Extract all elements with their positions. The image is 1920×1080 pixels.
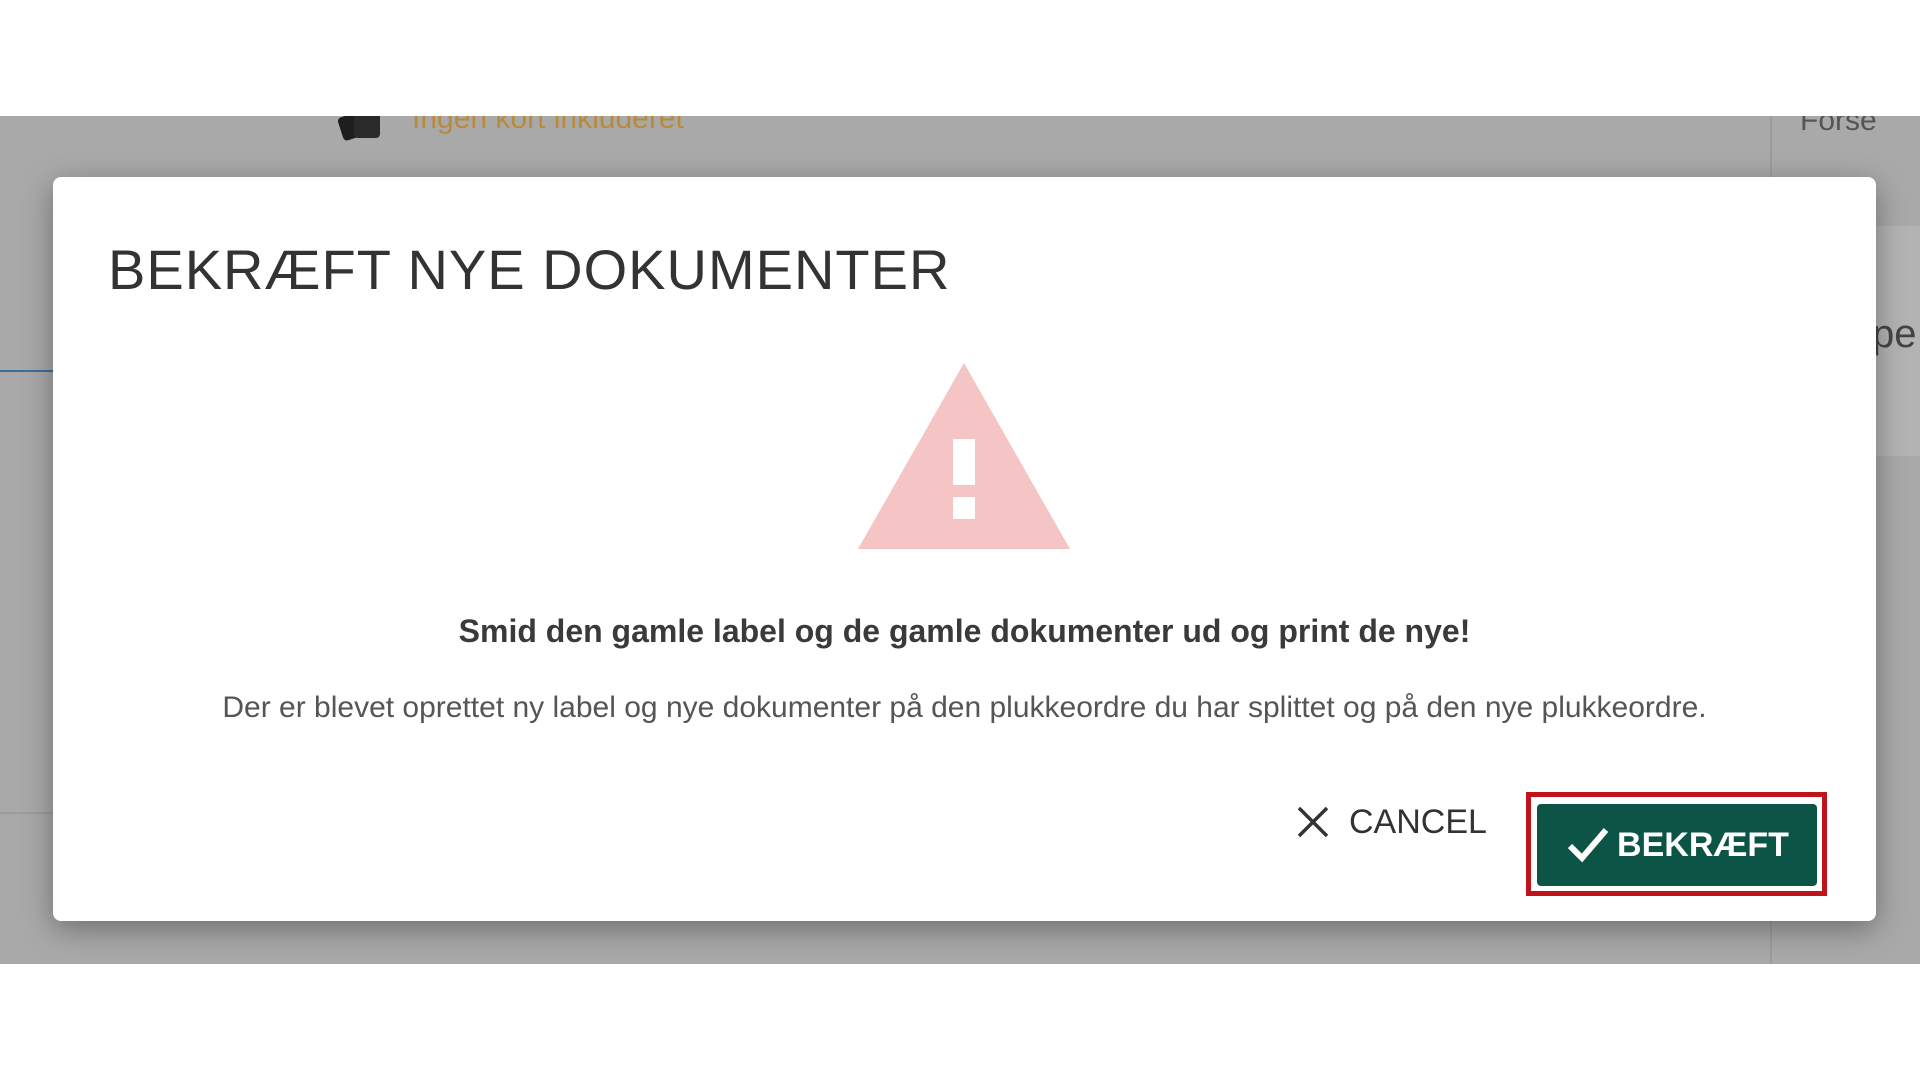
right-panel-fragment: pe [1872,312,1917,356]
cards-icon [338,116,380,141]
check-icon [1567,828,1609,863]
cards-status-text: Ingen kort inkluderet [412,116,684,135]
dialog-title: BEKRÆFT NYE DOKUMENTER [108,238,951,301]
confirm-documents-dialog: BEKRÆFT NYE DOKUMENTER Smid den gamle la… [53,177,1876,921]
tab-indicator [0,370,60,372]
dialog-body-text: Der er blevet oprettet ny label og nye d… [222,691,1707,724]
confirm-button-label: BEKRÆFT [1617,825,1789,864]
warning-triangle-icon [858,363,1070,549]
close-icon [1297,806,1329,838]
cancel-button[interactable]: CANCEL [1283,787,1497,857]
dialog-warning-message: Smid den gamle label og de gamle dokumen… [458,613,1471,649]
right-panel-text: Forse [1800,116,1877,137]
confirm-button[interactable]: BEKRÆFT [1537,804,1817,886]
cancel-button-label: CANCEL [1349,802,1487,841]
right-panel-header: Forse [1770,116,1920,156]
